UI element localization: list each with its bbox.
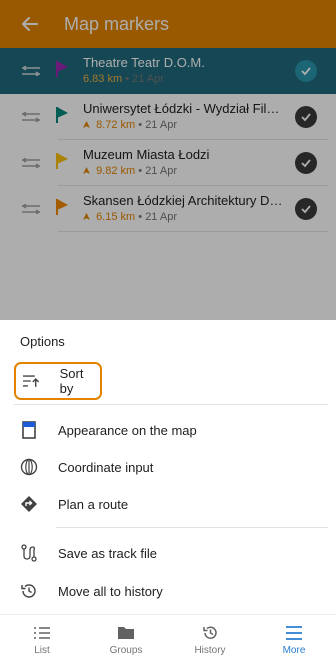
coordinate-input-option[interactable]: Coordinate input xyxy=(14,450,328,484)
folder-icon xyxy=(118,626,134,639)
option-label: Save as track file xyxy=(58,545,157,561)
list-icon xyxy=(34,626,50,639)
option-label: Coordinate input xyxy=(58,459,154,475)
divider xyxy=(14,404,328,405)
option-label: Sort by xyxy=(59,366,84,396)
history-icon xyxy=(203,626,217,639)
scrim-overlay[interactable] xyxy=(0,0,336,320)
option-label: Move all to history xyxy=(58,583,163,599)
sort-icon xyxy=(22,375,40,387)
track-file-icon xyxy=(21,544,37,562)
bottom-navigation: List Groups History More xyxy=(0,614,336,665)
tab-list[interactable]: List xyxy=(0,615,84,665)
options-heading: Options xyxy=(20,334,65,349)
save-track-option[interactable]: Save as track file xyxy=(14,536,328,570)
tab-groups[interactable]: Groups xyxy=(84,615,168,665)
appearance-option[interactable]: Appearance on the map xyxy=(14,413,328,447)
tab-label: More xyxy=(282,644,306,656)
tab-more[interactable]: More xyxy=(252,615,336,665)
option-label: Plan a route xyxy=(58,496,129,512)
appearance-icon xyxy=(22,421,36,439)
history-icon xyxy=(21,584,36,598)
divider xyxy=(56,527,328,528)
tab-label: History xyxy=(194,644,226,656)
tab-label: Groups xyxy=(109,644,143,656)
sort-by-option[interactable]: Sort by xyxy=(14,362,102,400)
route-icon xyxy=(21,496,37,512)
coordinate-icon xyxy=(20,458,38,476)
plan-route-option[interactable]: Plan a route xyxy=(14,487,328,521)
menu-icon xyxy=(286,625,302,640)
move-to-history-option[interactable]: Move all to history xyxy=(14,574,328,608)
option-label: Appearance on the map xyxy=(58,422,197,438)
options-sheet: Options Sort by Appearance on the map Co… xyxy=(0,320,336,614)
tab-label: List xyxy=(34,644,50,656)
tab-history[interactable]: History xyxy=(168,615,252,665)
